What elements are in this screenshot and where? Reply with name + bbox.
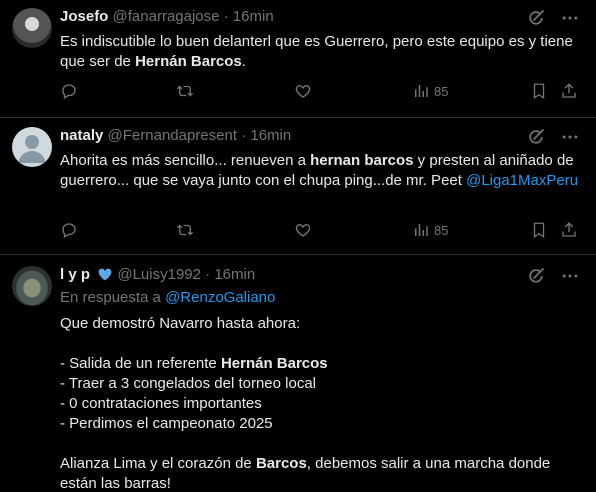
more-icon[interactable] (560, 127, 580, 147)
tweet-text: Es indiscutible lo buen delanterl que es… (60, 33, 573, 70)
author-name[interactable]: l y p (60, 266, 90, 283)
reply-icon (62, 84, 76, 99)
like-button[interactable] (294, 82, 312, 100)
tweet-text: Ahorita es más sencillo... renueven a he… (60, 152, 579, 189)
bookmark-button[interactable] (530, 221, 548, 239)
tweet-text: Que demostró Navarro hasta ahora: - Sali… (60, 315, 551, 492)
timestamp[interactable]: 16min (233, 8, 274, 25)
bookmark-icon (533, 222, 545, 239)
author-name[interactable]: Josefo (60, 8, 108, 25)
reply-to-link[interactable]: @RenzoGaliano (165, 289, 275, 306)
author-name[interactable]: nataly (60, 127, 103, 144)
share-icon (562, 83, 576, 98)
retweet-button[interactable] (175, 221, 195, 239)
grok-icon[interactable] (526, 266, 546, 286)
tweet-top-actions (526, 127, 580, 147)
bookmark-icon (533, 83, 545, 100)
mention-link[interactable]: @Liga1MaxPeru (466, 172, 578, 189)
views-button[interactable]: 85 (412, 82, 448, 100)
views-count: 85 (434, 83, 449, 99)
more-icon[interactable] (560, 266, 580, 286)
grok-icon[interactable] (526, 127, 546, 147)
share-icon (562, 222, 576, 237)
bold-name: Hernán Barcos (135, 53, 242, 70)
tweet-header: l y p @Luisy1992 · 16min (60, 266, 256, 283)
timestamp[interactable]: 16min (214, 266, 255, 283)
author-handle[interactable]: @Fernandapresent (108, 127, 237, 144)
retweet-button[interactable] (175, 82, 195, 100)
reply-button[interactable] (60, 82, 78, 100)
bold-name: hernan barcos (310, 152, 414, 169)
more-icon[interactable] (560, 8, 580, 28)
author-handle[interactable]: @fanarragajose (113, 8, 220, 25)
author-handle[interactable]: @Luisy1992 (117, 266, 201, 283)
avatar[interactable] (12, 127, 52, 167)
avatar[interactable] (12, 266, 52, 306)
tweet-actions: 85 (56, 82, 580, 104)
tweet-header: Josefo @fanarragajose · 16min (60, 8, 274, 25)
grok-icon[interactable] (526, 8, 546, 28)
tweet-top-actions (526, 8, 580, 28)
reply-button[interactable] (60, 221, 78, 239)
timestamp[interactable]: 16min (250, 127, 291, 144)
tweet-header: nataly @Fernandapresent · 16min (60, 127, 292, 144)
like-button[interactable] (294, 221, 312, 239)
retweet-icon (177, 224, 193, 236)
bold-name: Barcos (255, 455, 307, 472)
views-icon (415, 224, 428, 236)
views-icon (415, 85, 428, 97)
like-icon (295, 85, 311, 98)
reply-icon (62, 223, 76, 238)
avatar[interactable] (12, 8, 52, 48)
tweet-1[interactable]: Josefo @fanarragajose · 16min Es indiscu… (0, 0, 596, 118)
share-button[interactable] (560, 82, 578, 100)
bold-name: Hernán Barcos (220, 355, 328, 372)
retweet-icon (177, 85, 193, 97)
blue-heart-icon (98, 268, 112, 281)
tweet-2[interactable]: nataly @Fernandapresent · 16min Ahorita … (0, 118, 596, 255)
tweet-top-actions (526, 266, 580, 286)
tweet-3[interactable]: l y p @Luisy1992 · 16min En respuesta a … (0, 255, 596, 492)
views-count: 85 (434, 222, 449, 238)
tweet-actions: 85 (56, 221, 580, 243)
reply-context: En respuesta a @RenzoGaliano (60, 289, 276, 306)
bookmark-button[interactable] (530, 82, 548, 100)
views-button[interactable]: 85 (412, 221, 448, 239)
like-icon (295, 224, 311, 237)
share-button[interactable] (560, 221, 578, 239)
